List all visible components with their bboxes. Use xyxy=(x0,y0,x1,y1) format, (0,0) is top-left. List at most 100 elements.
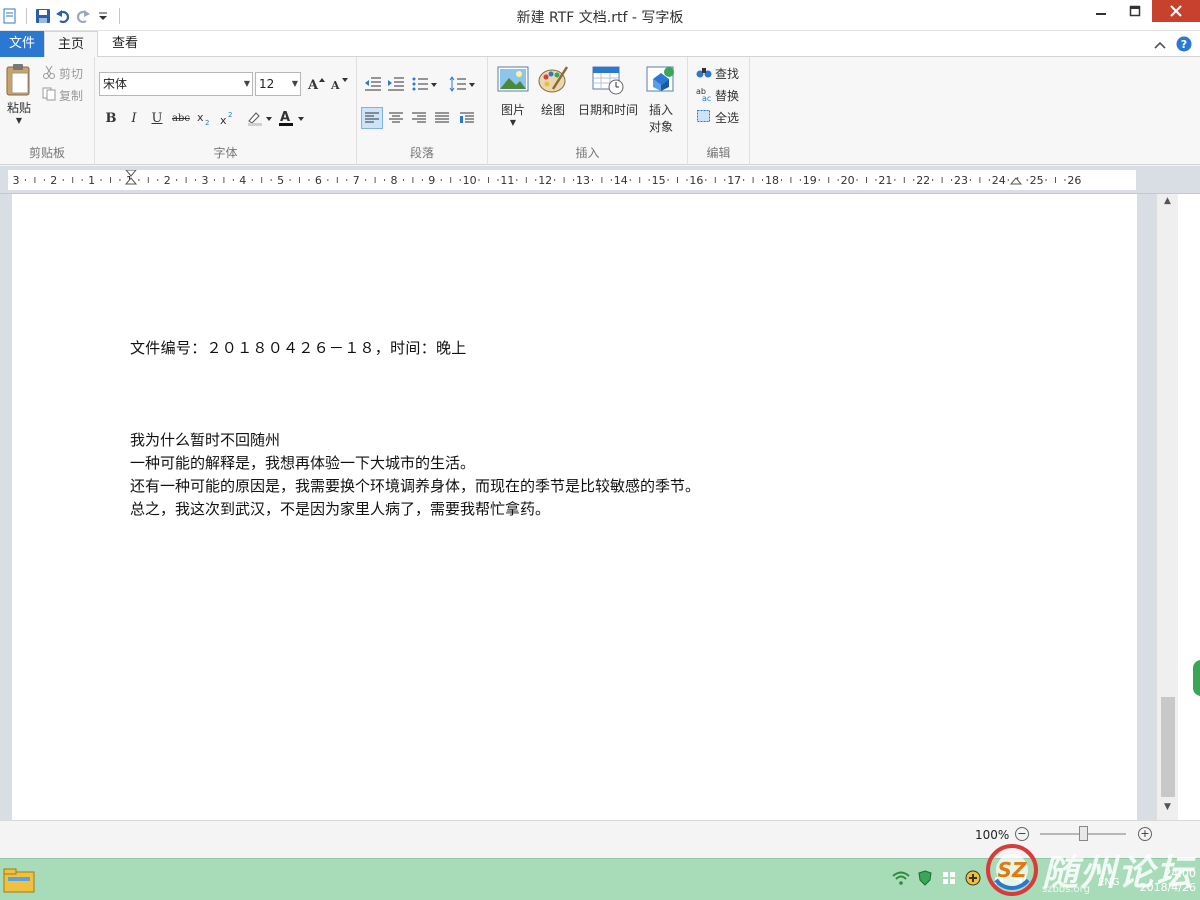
tab-home[interactable]: 主页 xyxy=(44,31,98,58)
windows-icon[interactable] xyxy=(940,869,958,887)
ruler-tick-label: 5 xyxy=(277,174,284,187)
align-center-icon[interactable] xyxy=(386,108,406,128)
select-all-icon xyxy=(696,109,712,126)
save-icon[interactable] xyxy=(33,6,53,26)
paint-drawing-button[interactable]: 绘图 xyxy=(536,65,570,118)
bullet-list-icon[interactable] xyxy=(411,74,439,94)
input-language[interactable]: ENG xyxy=(1098,877,1120,888)
add-circle-icon[interactable] xyxy=(964,869,982,887)
datetime-button[interactable]: 日期和时间 xyxy=(576,65,640,118)
align-left-icon[interactable] xyxy=(361,107,383,129)
picture-dropdown-arrow-icon[interactable]: ▼ xyxy=(496,118,530,127)
maximize-button[interactable] xyxy=(1118,0,1152,22)
ruler-tick-label: 24 xyxy=(992,174,1006,187)
font-family-combo[interactable]: 宋体 ▼ xyxy=(99,72,253,96)
zoom-level: 100% xyxy=(975,828,1010,842)
minimize-button[interactable] xyxy=(1084,0,1118,22)
redo-icon[interactable] xyxy=(73,6,93,26)
cut-label: 剪切 xyxy=(59,67,84,81)
font-group-label: 字体 xyxy=(213,146,238,160)
ruler-tick-label: 20 xyxy=(841,174,855,187)
subscript-icon[interactable]: x2 xyxy=(195,108,215,128)
find-button[interactable]: 查找 xyxy=(696,65,739,82)
replace-button[interactable]: ab ac 替换 xyxy=(696,87,739,104)
font-size-combo[interactable]: 12 ▼ xyxy=(255,72,301,96)
wifi-icon[interactable] xyxy=(892,869,910,887)
zoom-slider-thumb[interactable] xyxy=(1079,826,1088,841)
network-icon[interactable] xyxy=(988,869,1006,887)
insert-object-button[interactable]: 插入 对象 xyxy=(643,65,679,135)
clipboard-group: 粘贴 ▼ 剪切 复制 剪贴板 xyxy=(0,57,95,165)
chevron-down-icon[interactable]: ▼ xyxy=(292,73,298,95)
zoom-out-icon[interactable]: − xyxy=(1015,827,1029,841)
ruler[interactable]: 3211234567891011121314151617181920212223… xyxy=(0,166,1200,194)
document-line-4: 还有一种可能的原因是，我需要换个环境调养身体，而现在的季节是比较敏感的季节。 xyxy=(130,477,701,495)
ribbon: 粘贴 ▼ 剪切 复制 剪贴板 宋体 ▼ 12 ▼ A A B I U abc x… xyxy=(0,57,1200,165)
help-icon[interactable]: ? xyxy=(1176,36,1192,55)
scroll-down-icon[interactable]: ▼ xyxy=(1157,802,1178,818)
paragraph-settings-icon[interactable] xyxy=(457,108,477,128)
customize-qat-icon[interactable] xyxy=(93,6,113,26)
document-page[interactable]: 文件编号：２０１８０４２６－１８，时间：晚上 我为什么暂时不回随州 一种可能的解… xyxy=(12,194,1137,820)
increase-indent-icon[interactable] xyxy=(386,74,406,94)
svg-text:x: x xyxy=(220,114,227,126)
ruler-tick-label: 22 xyxy=(916,174,930,187)
zoom-in-icon[interactable]: + xyxy=(1138,827,1152,841)
ruler-tick-label: 8 xyxy=(391,174,398,187)
font-size-value: 12 xyxy=(259,77,275,91)
justify-icon[interactable] xyxy=(432,108,452,128)
vertical-scrollbar[interactable]: ▲ ▼ xyxy=(1156,194,1178,820)
paste-button[interactable]: 粘贴 ▼ xyxy=(2,63,36,125)
scroll-up-icon[interactable]: ▲ xyxy=(1157,196,1178,212)
bold-icon[interactable]: B xyxy=(101,108,121,128)
superscript-icon[interactable]: x2 xyxy=(218,108,238,128)
collapse-ribbon-icon[interactable] xyxy=(1154,39,1166,53)
file-explorer-icon[interactable] xyxy=(0,863,38,897)
close-button[interactable] xyxy=(1152,0,1200,22)
tab-view[interactable]: 查看 xyxy=(100,31,150,57)
security-shield-icon[interactable] xyxy=(916,869,934,887)
document-line-1: 文件编号：２０１８０４２６－１８，时间：晚上 xyxy=(130,339,467,357)
app-icon[interactable] xyxy=(0,6,20,26)
taskbar-clock[interactable]: 24:00 2018/4/26 xyxy=(1140,867,1196,895)
undo-icon[interactable] xyxy=(53,6,73,26)
highlight-color-icon[interactable] xyxy=(246,108,274,128)
picture-button[interactable]: 图片 ▼ xyxy=(496,65,530,127)
align-right-icon[interactable] xyxy=(409,108,429,128)
tab-file[interactable]: 文件 xyxy=(0,31,44,57)
decrease-indent-icon[interactable] xyxy=(363,74,383,94)
chevron-down-icon[interactable]: ▼ xyxy=(244,73,250,95)
calendar-clock-icon xyxy=(591,65,625,97)
side-badge-icon[interactable] xyxy=(1193,660,1200,696)
underline-icon[interactable]: U xyxy=(147,108,167,128)
palette-icon xyxy=(536,65,570,97)
ruler-tick-label: 14 xyxy=(614,174,628,187)
line-spacing-icon[interactable] xyxy=(449,74,477,94)
shrink-font-icon[interactable]: A xyxy=(329,74,349,94)
strikethrough-icon[interactable]: abc xyxy=(171,108,191,128)
paste-dropdown-arrow-icon[interactable]: ▼ xyxy=(2,116,36,125)
tabs-right-controls: ? xyxy=(1154,36,1192,55)
svg-text:?: ? xyxy=(1181,38,1187,51)
copy-button[interactable]: 复制 xyxy=(42,87,83,104)
right-edge-panel xyxy=(1178,194,1200,820)
paste-label: 粘贴 xyxy=(6,101,31,115)
font-color-icon[interactable]: A xyxy=(278,108,306,128)
grow-font-icon[interactable]: A xyxy=(306,74,326,94)
editing-group: 查找 ab ac 替换 全选 编辑 xyxy=(688,57,750,165)
ruler-strip: 3211234567891011121314151617181920212223… xyxy=(8,169,1136,190)
insert-group-label: 插入 xyxy=(575,146,600,160)
select-all-button[interactable]: 全选 xyxy=(696,109,739,126)
insert-group: 图片 ▼ 绘图 日期和时间 插入 对象 插入 xyxy=(488,57,688,165)
scrollbar-thumb[interactable] xyxy=(1161,697,1175,797)
ruler-tick-label: 4 xyxy=(239,174,246,187)
volume-icon[interactable] xyxy=(1012,869,1030,887)
insert-object-label-line1: 插入 xyxy=(648,103,673,117)
italic-icon[interactable]: I xyxy=(124,108,144,128)
ruler-tick-label: 9 xyxy=(428,174,435,187)
find-label: 查找 xyxy=(715,67,740,81)
right-indent-marker[interactable] xyxy=(1009,177,1023,185)
ruler-tick-label: 19 xyxy=(803,174,817,187)
cut-button[interactable]: 剪切 xyxy=(42,65,83,82)
select-all-label: 全选 xyxy=(715,111,740,125)
